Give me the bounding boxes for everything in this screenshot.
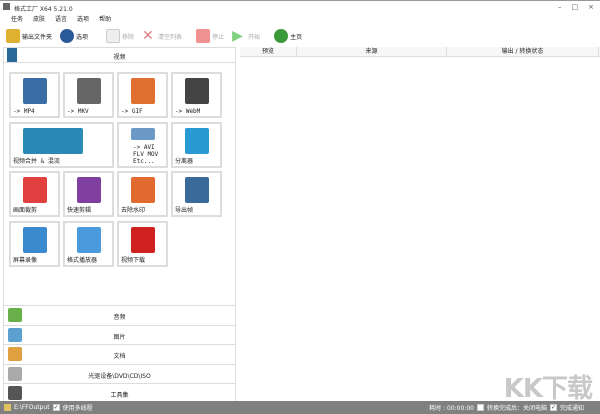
video-tool-tile[interactable]: -> AVI FLV MOV Etc...: [117, 121, 168, 168]
clear-icon: ✕: [142, 28, 154, 44]
video-tool-tile[interactable]: 屏幕录像: [9, 220, 60, 267]
globe-icon: [274, 29, 289, 43]
video-tool-tile[interactable]: -> MKV: [63, 72, 114, 118]
category-header[interactable]: 文档: [4, 344, 235, 363]
play-icon: ▶: [232, 28, 243, 44]
remove-icon: [106, 29, 121, 43]
remove-button[interactable]: 移除: [106, 26, 138, 46]
tool-icon: [185, 127, 209, 154]
video-tool-tile[interactable]: 视频下载: [117, 220, 168, 267]
tool-icon: [131, 127, 155, 140]
column-source[interactable]: 来源: [297, 47, 447, 56]
video-tool-tile[interactable]: 导出帧: [171, 171, 222, 217]
category-header[interactable]: 工具集: [4, 383, 235, 402]
video-tool-tile[interactable]: 格式播放器: [63, 220, 114, 267]
app-icon: [3, 3, 10, 10]
video-tool-tile[interactable]: 去除水印: [117, 171, 168, 217]
home-button[interactable]: 主页: [274, 26, 306, 46]
tool-icon: [77, 78, 101, 104]
folder-icon: [6, 29, 20, 43]
tool-icon: [23, 177, 47, 203]
watermark: KK下载: [503, 374, 593, 404]
after-convert-checkbox[interactable]: [476, 404, 484, 411]
tool-icon: [77, 177, 101, 203]
status-bar: E:\FFOutput ✓ 使用多线程 耗时 : 00:00:00 转换完成后：…: [0, 401, 600, 414]
video-tool-tile[interactable]: 分离器: [171, 121, 222, 168]
after-convert-label: 转换完成后：关闭电脑: [486, 405, 547, 412]
category-header[interactable]: 光驱设备\DVD\CD\ISO: [4, 363, 235, 383]
video-tool-tile[interactable]: -> GIF: [117, 72, 168, 118]
minimize-button[interactable]: –: [558, 3, 562, 11]
window-title: 格式工厂 X64 5.21.0: [14, 6, 73, 13]
video-tool-tile[interactable]: 画面裁剪: [9, 171, 60, 217]
elapsed-time: 耗时 : 00:00:00: [429, 405, 474, 412]
menu-help[interactable]: 帮助: [99, 14, 111, 23]
tool-icon: [23, 226, 47, 253]
tool-icon: [185, 78, 209, 104]
options-button[interactable]: 选项: [60, 26, 92, 46]
close-button[interactable]: ×: [588, 3, 594, 11]
stop-button[interactable]: 停止: [196, 26, 228, 46]
clear-list-button[interactable]: ✕ 清空列表: [142, 26, 186, 46]
start-button[interactable]: ▶ 开始: [232, 26, 264, 46]
menu-task[interactable]: 任务: [11, 14, 23, 23]
category-header[interactable]: 图片: [4, 324, 235, 344]
video-tool-tile[interactable]: -> WebM: [171, 72, 222, 118]
table-header: 预览 来源 输出 / 转换状态: [240, 47, 600, 57]
video-tool-tile[interactable]: 快速剪辑: [63, 171, 114, 217]
tool-icon: [23, 78, 47, 104]
column-output-status[interactable]: 输出 / 转换状态: [447, 47, 599, 56]
output-folder-button[interactable]: 输出文件夹: [6, 26, 56, 46]
tool-icon: [131, 177, 155, 203]
stop-icon: [196, 29, 211, 43]
maximize-button[interactable]: □: [572, 3, 579, 11]
video-category-header[interactable]: 视频: [4, 48, 235, 63]
output-path-link[interactable]: E:\FFOutput: [14, 404, 50, 411]
tool-icon: [131, 226, 155, 253]
folder-icon: [4, 404, 11, 411]
menu-skin[interactable]: 皮肤: [33, 14, 45, 23]
menu-options[interactable]: 选项: [77, 14, 89, 23]
video-tool-tile[interactable]: -> MP4: [9, 72, 60, 118]
tool-icon: [77, 226, 101, 253]
toolbar: 输出文件夹 选项 移除 ✕ 清空列表 停止 ▶ 开始 主页: [0, 25, 600, 47]
options-icon: [60, 29, 75, 43]
multithread-checkbox[interactable]: ✓: [52, 404, 60, 411]
column-preview[interactable]: 预览: [240, 47, 297, 56]
menu-language[interactable]: 语言: [55, 14, 67, 23]
title-bar: 格式工厂 X64 5.21.0 – □ ×: [0, 0, 600, 13]
tool-icon: [23, 127, 83, 154]
tool-icon: [131, 78, 155, 104]
task-list: 预览 来源 输出 / 转换状态: [240, 47, 600, 401]
function-panel: 视频 -> MP4 -> MKV -> GIF -> WebM 视频合并 & 混流 -> …: [3, 47, 236, 402]
video-tool-tile[interactable]: 视频合并 & 混流: [9, 121, 114, 168]
category-header[interactable]: 音频: [4, 305, 235, 324]
menu-bar: 任务 皮肤 语言 选项 帮助: [0, 13, 111, 24]
notify-checkbox[interactable]: ✓: [549, 404, 557, 411]
tool-icon: [185, 177, 209, 203]
